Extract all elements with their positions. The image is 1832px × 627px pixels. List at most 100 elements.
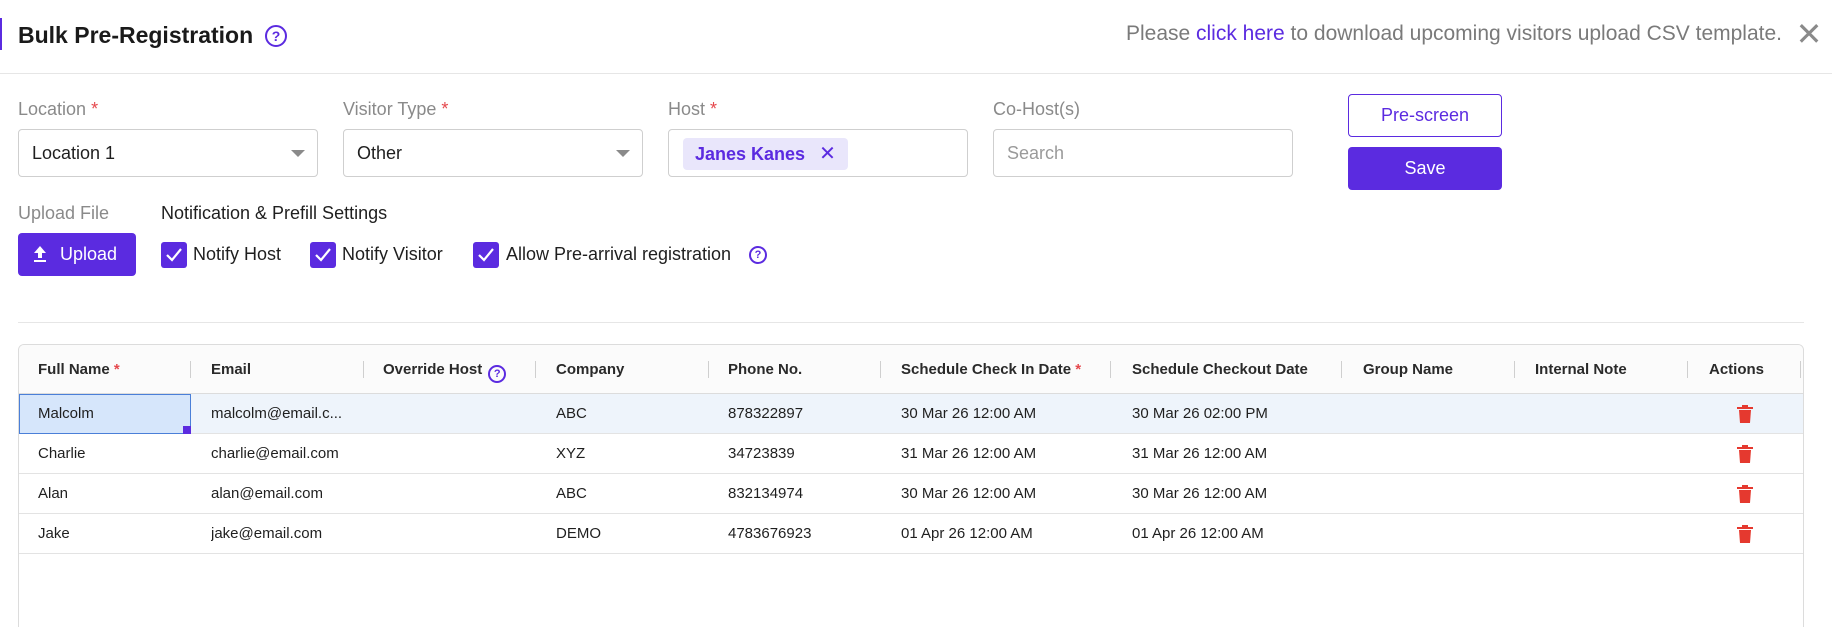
cell-phone[interactable]: 878322897 <box>728 394 878 434</box>
trash-icon[interactable] <box>1737 405 1753 423</box>
column-resize-handle[interactable] <box>363 361 364 378</box>
column-header-checkout[interactable]: Schedule Checkout Date <box>1132 345 1308 394</box>
column-label: Schedule Check In Date <box>901 361 1072 378</box>
help-icon[interactable]: ? <box>265 25 287 47</box>
host-chip-label: Janes Kanes <box>695 144 806 164</box>
column-header-checkin[interactable]: Schedule Check In Date * <box>901 345 1081 394</box>
help-icon[interactable]: ? <box>488 365 507 383</box>
column-resize-handle[interactable] <box>1110 361 1111 378</box>
required-marker: * <box>91 99 99 119</box>
table-row[interactable]: Malcolm malcolm@email.c... ABC 878322897… <box>19 394 1803 434</box>
cell-phone[interactable]: 34723839 <box>728 434 878 474</box>
table-header: Full Name * Email Override Host? Company… <box>19 345 1803 394</box>
table-row[interactable]: Charlie charlie@email.com XYZ 34723839 3… <box>19 434 1803 474</box>
cell-company[interactable]: DEMO <box>556 514 706 554</box>
column-header-full-name[interactable]: Full Name * <box>38 345 120 394</box>
visitor-type-value: Other <box>357 143 403 163</box>
column-header-internal-note[interactable]: Internal Note <box>1535 345 1627 394</box>
location-select[interactable]: Location 1 <box>18 129 318 177</box>
cell-internal-note[interactable] <box>1535 514 1685 554</box>
table-row[interactable]: Jake jake@email.com DEMO 4783676923 01 A… <box>19 514 1803 554</box>
cell-checkout[interactable]: 31 Mar 26 12:00 AM <box>1132 434 1332 474</box>
column-header-group-name[interactable]: Group Name <box>1363 345 1453 394</box>
column-resize-handle[interactable] <box>1514 361 1515 378</box>
table-row[interactable]: Alan alan@email.com ABC 832134974 30 Mar… <box>19 474 1803 514</box>
allow-prearrival-checkbox[interactable] <box>473 242 499 268</box>
cell-email[interactable]: charlie@email.com <box>211 434 361 474</box>
cell-email[interactable]: alan@email.com <box>211 474 361 514</box>
cell-checkin[interactable]: 01 Apr 26 12:00 AM <box>901 514 1101 554</box>
cohost-label: Co-Host(s) <box>993 99 1081 119</box>
cell-phone[interactable]: 832134974 <box>728 474 878 514</box>
section-divider <box>18 322 1804 323</box>
cell-email[interactable]: malcolm@email.c... <box>211 394 361 434</box>
column-resize-handle[interactable] <box>1800 361 1801 378</box>
host-label-text: Host <box>668 99 706 119</box>
cell-override-host[interactable] <box>383 394 533 434</box>
host-multiselect[interactable]: Janes Kanes ✕ <box>668 129 968 177</box>
cell-group-name[interactable] <box>1363 474 1513 514</box>
column-label: Full Name <box>38 361 110 378</box>
column-header-phone[interactable]: Phone No. <box>728 345 802 394</box>
required-marker: * <box>441 99 449 119</box>
cell-override-host[interactable] <box>383 434 533 474</box>
cell-checkout[interactable]: 30 Mar 26 12:00 AM <box>1132 474 1332 514</box>
close-icon[interactable]: ✕ <box>1792 18 1826 52</box>
chevron-down-icon <box>616 150 630 157</box>
chevron-down-icon <box>291 150 305 157</box>
notify-host-checkbox[interactable] <box>161 242 187 268</box>
cell-internal-note[interactable] <box>1535 474 1685 514</box>
required-marker: * <box>1075 361 1082 378</box>
cell-checkin[interactable]: 30 Mar 26 12:00 AM <box>901 394 1101 434</box>
cell-full-name[interactable]: Malcolm <box>38 394 188 434</box>
visitors-table: Full Name * Email Override Host? Company… <box>18 344 1804 627</box>
column-resize-handle[interactable] <box>535 361 536 378</box>
required-marker: * <box>113 361 120 378</box>
cell-full-name[interactable]: Jake <box>38 514 188 554</box>
column-resize-handle[interactable] <box>880 361 881 378</box>
cell-checkout[interactable]: 01 Apr 26 12:00 AM <box>1132 514 1332 554</box>
cell-group-name[interactable] <box>1363 514 1513 554</box>
cell-group-name[interactable] <box>1363 434 1513 474</box>
cell-full-name[interactable]: Charlie <box>38 434 188 474</box>
remove-chip-icon[interactable]: ✕ <box>819 143 836 165</box>
column-header-company[interactable]: Company <box>556 345 624 394</box>
cell-company[interactable]: ABC <box>556 474 706 514</box>
cell-phone[interactable]: 4783676923 <box>728 514 878 554</box>
notice-prefix: Please <box>1125 22 1197 45</box>
help-icon[interactable]: ? <box>749 246 767 264</box>
cell-checkin[interactable]: 31 Mar 26 12:00 AM <box>901 434 1101 474</box>
csv-template-notice: Please click here to download upcoming v… <box>1126 22 1782 46</box>
trash-icon[interactable] <box>1737 445 1753 463</box>
upload-button[interactable]: Upload <box>18 233 136 276</box>
cell-internal-note[interactable] <box>1535 394 1685 434</box>
cohost-search-input[interactable]: Search <box>993 129 1293 177</box>
cell-override-host[interactable] <box>383 514 533 554</box>
column-resize-handle[interactable] <box>1341 361 1342 378</box>
host-chip: Janes Kanes ✕ <box>683 138 848 170</box>
column-resize-handle[interactable] <box>1687 361 1688 378</box>
column-resize-handle[interactable] <box>708 361 709 378</box>
cell-email[interactable]: jake@email.com <box>211 514 361 554</box>
cell-checkout[interactable]: 30 Mar 26 02:00 PM <box>1132 394 1332 434</box>
cell-internal-note[interactable] <box>1535 434 1685 474</box>
trash-icon[interactable] <box>1737 525 1753 543</box>
column-header-override-host[interactable]: Override Host? <box>383 345 507 394</box>
notify-visitor-checkbox[interactable] <box>310 242 336 268</box>
prescreen-button[interactable]: Pre-screen <box>1348 94 1502 137</box>
cell-group-name[interactable] <box>1363 394 1513 434</box>
visitor-type-label-text: Visitor Type <box>343 99 437 119</box>
column-resize-handle[interactable] <box>190 361 191 378</box>
save-button[interactable]: Save <box>1348 147 1502 190</box>
column-header-email[interactable]: Email <box>211 345 251 394</box>
cell-checkin[interactable]: 30 Mar 26 12:00 AM <box>901 474 1101 514</box>
cohost-placeholder: Search <box>1007 143 1065 163</box>
cell-override-host[interactable] <box>383 474 533 514</box>
cell-full-name[interactable]: Alan <box>38 474 188 514</box>
download-template-link[interactable]: click here <box>1196 22 1285 45</box>
visitor-type-select[interactable]: Other <box>343 129 643 177</box>
trash-icon[interactable] <box>1737 485 1753 503</box>
cell-company[interactable]: ABC <box>556 394 706 434</box>
cell-company[interactable]: XYZ <box>556 434 706 474</box>
location-label: Location * <box>18 99 98 120</box>
